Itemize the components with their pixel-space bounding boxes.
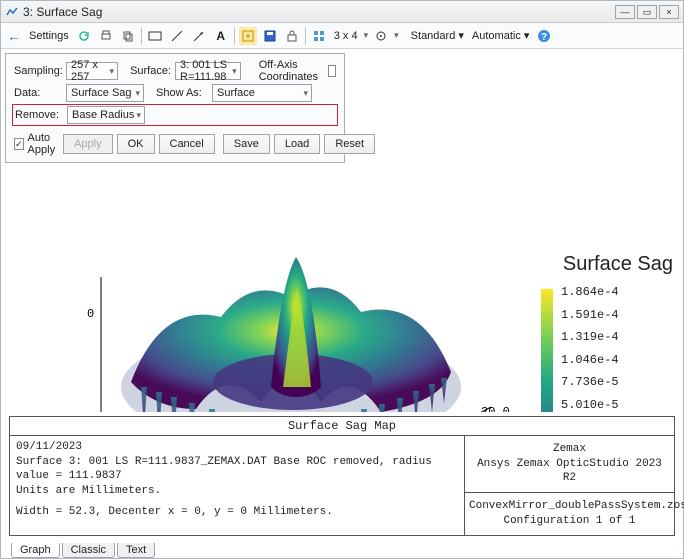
window-icon <box>5 5 19 19</box>
sampling-dropdown[interactable]: 257 x 257 <box>66 62 118 80</box>
zoom-fit-icon[interactable] <box>239 27 257 45</box>
cancel-button[interactable]: Cancel <box>159 134 215 154</box>
close-button[interactable]: × <box>659 5 679 19</box>
apply-button[interactable]: Apply <box>63 134 113 154</box>
grid-icon[interactable] <box>310 27 328 45</box>
info-left: 09/11/2023 Surface 3: 001 LS R=111.9837_… <box>10 436 464 535</box>
info-title: Surface Sag Map <box>10 417 674 436</box>
surface-label: Surface: <box>130 65 171 77</box>
lock-icon[interactable] <box>283 27 301 45</box>
render-mode-dropdown[interactable]: Standard ▾ <box>409 29 466 42</box>
ok-button[interactable]: OK <box>117 134 155 154</box>
window-title: 3: Surface Sag <box>23 5 613 19</box>
data-dropdown[interactable]: Surface Sag <box>66 84 144 102</box>
line-tool-icon[interactable] <box>168 27 186 45</box>
settings-menu[interactable]: Settings <box>27 30 71 42</box>
surface-plot[interactable]: -20.0 0 20.0 -20.0 0 20.0 0 X-Millimeter… <box>21 187 541 412</box>
settings-panel: Sampling: 257 x 257 Surface: 3: 001 LS R… <box>5 53 345 163</box>
autoapply-label: Auto Apply <box>28 132 56 156</box>
info-right-top: Zemax Ansys Zemax OpticStudio 2023 R2 <box>465 436 674 494</box>
colorbar-ticks: 1.864e-4 1.591e-4 1.319e-4 1.046e-4 7.73… <box>561 285 669 412</box>
minimize-button[interactable]: — <box>615 5 635 19</box>
reset-button[interactable]: Reset <box>324 134 375 154</box>
sampling-label: Sampling: <box>14 65 62 77</box>
tab-text[interactable]: Text <box>117 543 155 558</box>
rect-tool-icon[interactable] <box>146 27 164 45</box>
back-button[interactable]: ← <box>5 27 23 45</box>
info-panel: Surface Sag Map 09/11/2023 Surface 3: 00… <box>9 416 675 536</box>
load-button[interactable]: Load <box>274 134 320 154</box>
remove-label: Remove: <box>15 109 63 121</box>
tab-graph[interactable]: Graph <box>11 543 60 558</box>
autoapply-checkbox[interactable]: ✓ <box>14 138 24 150</box>
print-icon[interactable] <box>97 27 115 45</box>
data-label: Data: <box>14 87 62 99</box>
scale-mode-dropdown[interactable]: Automatic ▾ <box>470 29 532 42</box>
arrow-tool-icon[interactable] <box>190 27 208 45</box>
showas-label: Show As: <box>156 87 208 99</box>
colorbar <box>541 289 553 412</box>
info-right-bot: ConvexMirror_doublePassSystem.zos Config… <box>465 493 674 535</box>
target-icon[interactable] <box>372 27 390 45</box>
offaxis-checkbox[interactable] <box>328 65 336 77</box>
svg-text:?: ? <box>541 32 547 43</box>
refresh-icon[interactable] <box>75 27 93 45</box>
svg-text:20.0: 20.0 <box>481 405 510 412</box>
help-icon[interactable]: ? <box>535 27 553 45</box>
remove-dropdown[interactable]: Base Radius <box>67 106 145 124</box>
copy-icon[interactable] <box>119 27 137 45</box>
chart-title: Surface Sag <box>563 253 673 276</box>
disk-icon[interactable] <box>261 27 279 45</box>
showas-dropdown[interactable]: Surface <box>212 84 312 102</box>
save-button[interactable]: Save <box>223 134 270 154</box>
tab-classic[interactable]: Classic <box>62 543 115 558</box>
surface-dropdown[interactable]: 3: 001 LS R=111.98 <box>175 62 241 80</box>
offaxis-label: Off-Axis Coordinates <box>259 59 322 83</box>
maximize-button[interactable]: ▭ <box>637 5 657 19</box>
svg-text:0: 0 <box>87 307 94 321</box>
grid-size-dropdown[interactable]: 3 x 4 <box>332 30 360 42</box>
text-tool-icon[interactable]: A <box>212 27 230 45</box>
